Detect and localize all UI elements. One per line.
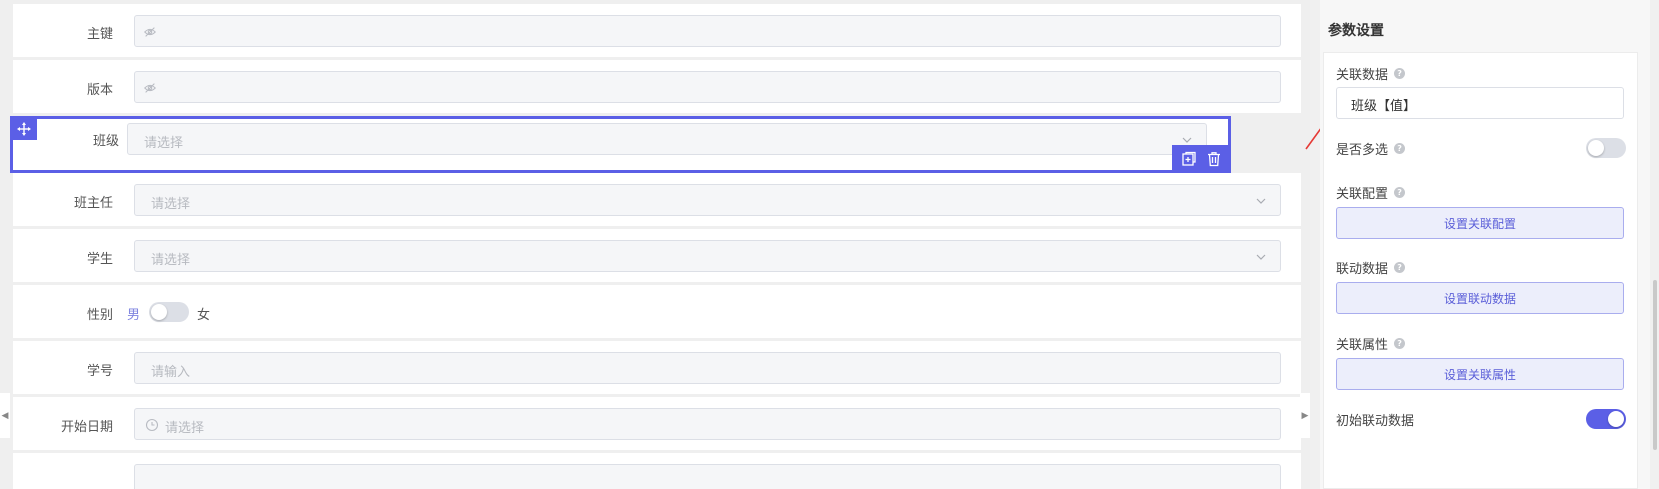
form-row-version[interactable]: 版本 xyxy=(13,60,1301,113)
multi-select-label: 是否多选 xyxy=(1336,143,1389,158)
set-related-attr-button[interactable]: 设置关联属性 xyxy=(1336,358,1624,390)
version-input[interactable] xyxy=(134,71,1281,103)
help-icon[interactable]: ? xyxy=(1394,68,1406,79)
initial-linkage-label: 初始联动数据 xyxy=(1336,414,1415,429)
clock-icon xyxy=(145,418,159,432)
property-panel: 参数设置 关联数据 ? 班级【值】 是否多选 ? 关联配置 ? 设置关联配置 联… xyxy=(1320,0,1650,489)
field-label: 班主任 xyxy=(73,196,113,211)
left-collapse-toggle[interactable]: ◀ xyxy=(0,393,10,438)
form-row-partial[interactable] xyxy=(13,453,1301,489)
input-placeholder: 请输入 xyxy=(151,365,191,380)
date-placeholder: 请选择 xyxy=(165,421,205,436)
right-collapse-toggle[interactable]: ▶ xyxy=(1300,393,1310,438)
set-linkage-data-button[interactable]: 设置联动数据 xyxy=(1336,282,1624,314)
switch-knob xyxy=(1608,411,1624,427)
form-row-class-selected[interactable]: 班级 请选择 xyxy=(10,116,1231,173)
linkage-data-label-row: 联动数据 ? xyxy=(1336,258,1406,277)
gender-off-label: 男 xyxy=(127,308,141,323)
related-config-label-row: 关联配置 ? xyxy=(1336,183,1406,202)
help-icon[interactable]: ? xyxy=(1394,338,1406,349)
start-date-picker[interactable]: 请选择 xyxy=(134,408,1281,440)
field-label: 学号 xyxy=(86,364,113,379)
field-label: 性别 xyxy=(86,308,113,323)
panel-title: 参数设置 xyxy=(1328,23,1384,39)
delete-icon[interactable] xyxy=(1206,151,1222,167)
panel-card: 关联数据 ? 班级【值】 是否多选 ? 关联配置 ? 设置关联配置 联动数据 ?… xyxy=(1323,52,1638,489)
eye-off-icon xyxy=(144,83,156,93)
field-label: 版本 xyxy=(86,83,113,98)
select-placeholder: 请选择 xyxy=(151,197,191,212)
student-select[interactable]: 请选择 xyxy=(134,240,1281,272)
form-canvas: 主键 版本 班级 请选择 班主任 请选择 学生 请选择 性别 男 女 学号 请输… xyxy=(0,0,1310,489)
move-handle[interactable] xyxy=(11,117,37,140)
help-icon[interactable]: ? xyxy=(1394,262,1406,273)
form-row-head-teacher[interactable]: 班主任 请选择 xyxy=(13,173,1301,226)
initial-linkage-switch[interactable] xyxy=(1586,409,1626,429)
select-placeholder: 请选择 xyxy=(144,136,184,151)
primary-key-input[interactable] xyxy=(134,15,1281,47)
multi-select-label-row: 是否多选 ? xyxy=(1336,139,1406,158)
field-label: 班级 xyxy=(92,134,119,149)
class-select[interactable]: 请选择 xyxy=(127,123,1207,155)
caret-left-icon: ◀ xyxy=(1,410,9,421)
related-data-label-row: 关联数据 ? xyxy=(1336,64,1406,83)
field-label: 主键 xyxy=(86,27,113,42)
chevron-down-icon xyxy=(1256,254,1266,260)
help-icon[interactable]: ? xyxy=(1394,143,1406,154)
set-related-config-button[interactable]: 设置关联配置 xyxy=(1336,207,1624,239)
gender-switch[interactable] xyxy=(149,302,189,322)
field-label: 学生 xyxy=(86,252,113,267)
related-data-input[interactable]: 班级【值】 xyxy=(1336,87,1624,119)
select-placeholder: 请选择 xyxy=(151,253,191,268)
related-data-label: 关联数据 xyxy=(1336,68,1389,83)
field-action-bar xyxy=(1172,145,1230,172)
copy-icon[interactable] xyxy=(1181,151,1197,167)
linkage-data-label: 联动数据 xyxy=(1336,262,1389,277)
form-row-start-date[interactable]: 开始日期 请选择 xyxy=(13,397,1301,450)
related-config-label: 关联配置 xyxy=(1336,187,1389,202)
gender-on-label: 女 xyxy=(197,308,211,323)
panel-scrollbar[interactable] xyxy=(1653,280,1657,450)
chevron-down-icon xyxy=(1256,198,1266,204)
eye-off-icon xyxy=(144,27,156,37)
caret-right-icon: ▶ xyxy=(1301,410,1309,421)
student-id-input[interactable]: 请输入 xyxy=(134,352,1281,384)
related-attr-label: 关联属性 xyxy=(1336,338,1389,353)
form-row-student[interactable]: 学生 请选择 xyxy=(13,229,1301,282)
help-icon[interactable]: ? xyxy=(1394,187,1406,198)
form-row-student-id[interactable]: 学号 请输入 xyxy=(13,341,1301,394)
related-attr-label-row: 关联属性 ? xyxy=(1336,334,1406,353)
field-label: 开始日期 xyxy=(60,420,113,435)
initial-linkage-label-row: 初始联动数据 xyxy=(1336,410,1414,429)
head-teacher-select[interactable]: 请选择 xyxy=(134,184,1281,216)
switch-knob xyxy=(151,304,167,320)
move-icon xyxy=(17,121,31,136)
multi-select-switch[interactable] xyxy=(1586,138,1626,158)
form-row-primary-key[interactable]: 主键 xyxy=(13,4,1301,57)
switch-knob xyxy=(1588,140,1604,156)
next-field[interactable] xyxy=(134,464,1281,489)
form-row-gender[interactable]: 性别 男 女 xyxy=(13,285,1301,338)
